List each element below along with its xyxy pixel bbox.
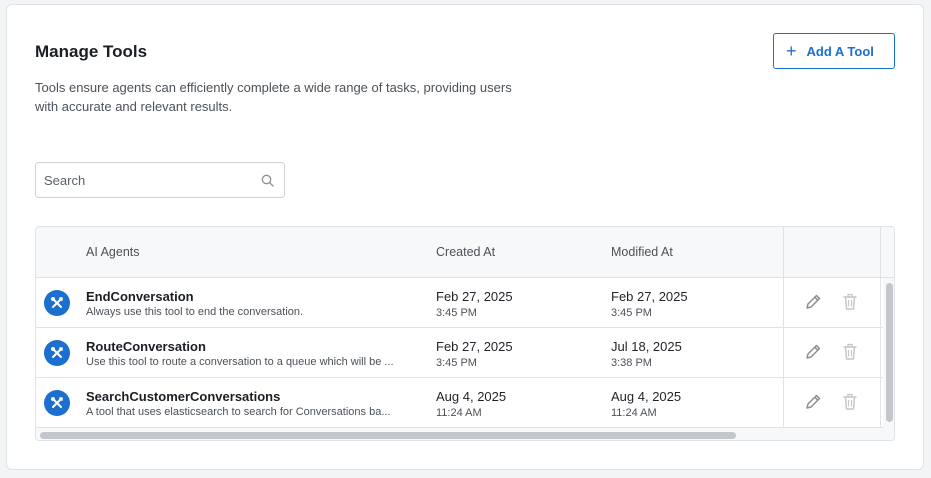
manage-tools-panel: Manage Tools Tools ensure agents can eff…	[6, 4, 924, 470]
pencil-icon[interactable]	[804, 293, 822, 311]
tools-icon	[44, 340, 70, 366]
created-date: Aug 4, 2025	[436, 389, 507, 404]
trash-icon[interactable]	[842, 343, 858, 361]
tools-icon	[44, 290, 70, 316]
column-header-created-at[interactable]: Created At	[436, 245, 495, 259]
modified-time: 3:45 PM	[611, 307, 652, 319]
created-date: Feb 27, 2025	[436, 339, 513, 354]
search-box	[35, 162, 285, 198]
modified-date: Jul 18, 2025	[611, 339, 682, 354]
page-title: Manage Tools	[35, 42, 148, 61]
tool-description: A tool that uses elasticsearch to search…	[86, 406, 391, 418]
modified-time: 3:38 PM	[611, 357, 652, 369]
table-row[interactable]: EndConversation Always use this tool to …	[36, 278, 886, 328]
tool-name[interactable]: EndConversation	[86, 289, 194, 304]
column-header-modified-at[interactable]: Modified At	[611, 245, 673, 259]
created-time: 3:45 PM	[436, 307, 477, 319]
tools-table: AI Agents Created At Modified At EndConv…	[35, 226, 895, 441]
column-header-ai-agents[interactable]: AI Agents	[86, 245, 140, 259]
trash-icon[interactable]	[842, 293, 858, 311]
pencil-icon[interactable]	[804, 393, 822, 411]
trash-icon[interactable]	[842, 393, 858, 411]
created-time: 3:45 PM	[436, 357, 477, 369]
tool-name[interactable]: SearchCustomerConversations	[86, 389, 280, 404]
search-input[interactable]	[36, 163, 246, 197]
plus-icon: +	[786, 41, 797, 61]
horizontal-scrollbar-thumb[interactable]	[40, 432, 736, 439]
table-header: AI Agents Created At Modified At	[36, 227, 894, 278]
search-icon[interactable]	[261, 174, 274, 187]
pencil-icon[interactable]	[804, 343, 822, 361]
modified-date: Aug 4, 2025	[611, 389, 682, 404]
table-row[interactable]: RouteConversation Use this tool to route…	[36, 328, 886, 378]
vertical-scrollbar-thumb[interactable]	[886, 283, 893, 422]
tool-description: Use this tool to route a conversation to…	[86, 356, 394, 368]
table-row[interactable]: SearchCustomerConversations A tool that …	[36, 378, 886, 428]
add-tool-button-label: Add A Tool	[806, 43, 874, 59]
created-date: Feb 27, 2025	[436, 289, 513, 304]
add-tool-button[interactable]: + Add A Tool	[773, 33, 895, 69]
page-description: Tools ensure agents can efficiently comp…	[35, 80, 512, 114]
modified-time: 11:24 AM	[611, 407, 657, 419]
tools-icon	[44, 390, 70, 416]
tool-name[interactable]: RouteConversation	[86, 339, 206, 354]
actions-column	[783, 227, 881, 440]
tool-description: Always use this tool to end the conversa…	[86, 306, 304, 318]
modified-date: Feb 27, 2025	[611, 289, 688, 304]
created-time: 11:24 AM	[436, 407, 482, 419]
